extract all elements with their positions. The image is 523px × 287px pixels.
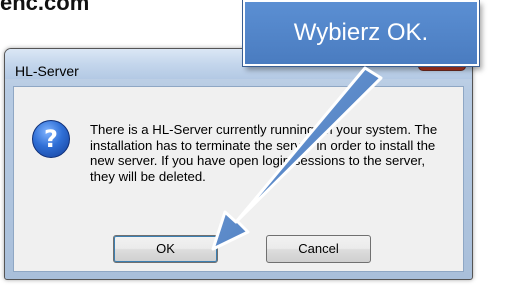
dialog-window: HL-Server ? There is a HL-Server current… [4,48,473,280]
dialog-message: There is a HL-Server currently running o… [90,122,438,184]
background-site-text: ehc.com [0,0,90,15]
dialog-title: HL-Server [15,63,79,79]
ok-button[interactable]: OK [113,235,218,263]
dialog-body: ? There is a HL-Server currently running… [13,86,464,272]
instruction-callout: Wybierz OK. [242,0,480,67]
cancel-button[interactable]: Cancel [266,235,371,263]
question-icon: ? [32,120,70,158]
